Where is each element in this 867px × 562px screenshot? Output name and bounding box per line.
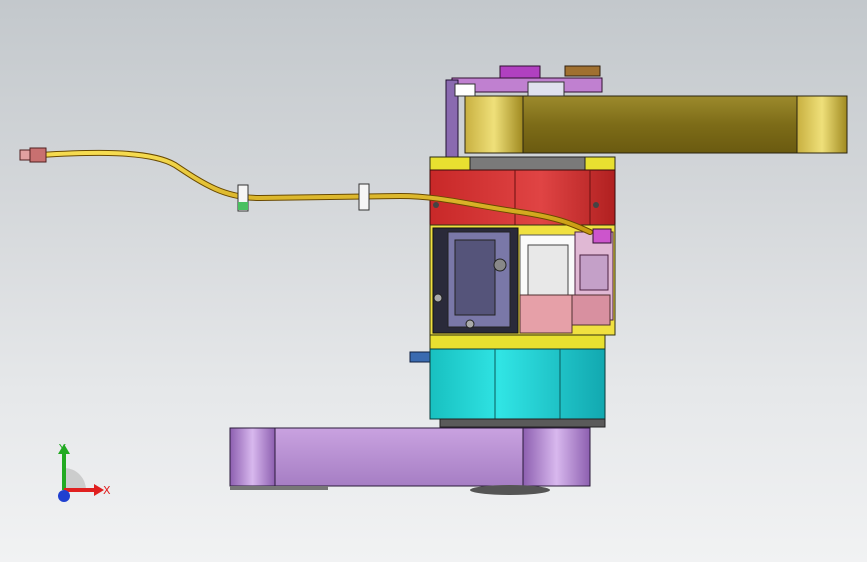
upper-arm[interactable] (464, 95, 848, 154)
top-bearing[interactable] (469, 156, 586, 171)
lower-arm[interactable] (229, 427, 591, 495)
cad-model[interactable] (0, 0, 867, 562)
cable-connector[interactable] (19, 147, 47, 163)
middle-assembly[interactable] (429, 224, 616, 336)
axis-triad-icon (58, 444, 104, 502)
graphics-viewport[interactable]: Y X (0, 0, 867, 562)
x-axis-label: X (103, 484, 111, 497)
coordinate-triad (44, 440, 124, 510)
mid-ring[interactable] (429, 334, 606, 350)
motor-housing[interactable] (429, 169, 616, 226)
y-axis-label: Y (59, 442, 66, 455)
base-ring[interactable] (429, 348, 606, 428)
